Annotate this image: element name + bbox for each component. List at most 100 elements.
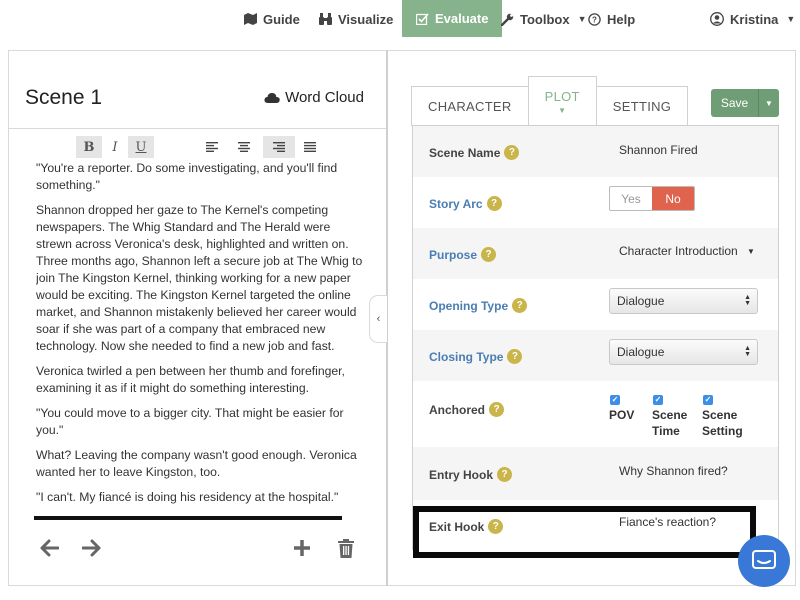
nav-evaluate[interactable]: Evaluate — [402, 0, 503, 37]
field-label: Entry Hook — [429, 467, 494, 482]
nav-guide[interactable]: Guide — [244, 0, 300, 38]
map-icon — [244, 13, 257, 25]
plot-fields: Scene Name? Shannon Fired Story Arc? Yes… — [412, 125, 779, 550]
story-arc-yes[interactable]: Yes — [610, 187, 652, 210]
exit-hook-value[interactable]: Fiance's reaction? — [619, 515, 716, 529]
nav-visualize[interactable]: Visualize — [319, 0, 393, 38]
align-left-icon — [206, 142, 218, 152]
caret-down-icon: ▼ — [765, 98, 773, 108]
user-menu[interactable]: Kristina ▼ — [710, 0, 795, 38]
check-icon: ✓ — [610, 395, 620, 405]
binoculars-icon — [319, 13, 332, 25]
field-label: Exit Hook — [429, 519, 485, 534]
field-label: Anchored — [429, 402, 486, 417]
top-navigation: Guide Visualize Evaluate Toolbox ▼ ? Hel… — [0, 0, 800, 40]
align-center-icon — [238, 142, 250, 152]
entry-hook-value[interactable]: Why Shannon fired? — [619, 464, 728, 478]
closing-type-select[interactable]: Dialogue ▲ ▼ — [609, 339, 758, 365]
save-dropdown-toggle[interactable]: ▼ — [758, 89, 779, 117]
field-story-arc: Story Arc? Yes No — [413, 177, 778, 228]
nav-visualize-label: Visualize — [338, 11, 394, 27]
align-center-button[interactable] — [231, 136, 257, 158]
chevron-down-icon: ▼ — [577, 14, 587, 24]
svg-text:?: ? — [592, 15, 597, 24]
tab-plot[interactable]: PLOT ▼ — [527, 76, 597, 126]
tab-plot-label: PLOT — [544, 88, 580, 104]
add-icon[interactable] — [293, 539, 311, 557]
help-icon[interactable]: ? — [504, 145, 520, 160]
help-icon[interactable]: ? — [481, 247, 497, 262]
select-arrows-icon: ▲ ▼ — [744, 294, 751, 307]
scene-title: Scene 1 — [25, 86, 103, 109]
chat-launcher[interactable] — [738, 535, 790, 587]
nav-toolbox[interactable]: Toolbox ▼ — [501, 0, 587, 38]
paragraph: "I can't. My fiancé is doing his residen… — [36, 490, 339, 504]
word-cloud-button[interactable]: Word Cloud — [264, 89, 364, 106]
opening-type-value: Dialogue — [617, 294, 665, 308]
checkbox-scene-setting[interactable]: ✓ Scene Setting — [702, 395, 743, 439]
check-icon: ✓ — [653, 395, 663, 405]
chat-icon — [752, 550, 776, 569]
scene-editor-panel: Scene 1 Word Cloud B I U "You're a repor… — [8, 50, 386, 586]
editor-footer — [9, 539, 387, 565]
paragraph: Veronica twirled a pen between her thumb… — [36, 364, 345, 395]
opening-type-select[interactable]: Dialogue ▲ ▼ — [609, 288, 758, 314]
save-button[interactable]: Save — [711, 89, 758, 117]
save-button-group: Save ▼ — [711, 89, 779, 117]
field-exit-hook: Exit Hook? Fiance's reaction? — [413, 500, 778, 550]
scene-name-value[interactable]: Shannon Fired — [619, 143, 698, 157]
tab-character[interactable]: CHARACTER — [411, 86, 529, 126]
field-label[interactable]: Closing Type — [429, 350, 503, 364]
arrow-right-icon[interactable] — [82, 539, 102, 557]
paragraph: What? Leaving the company wasn't good en… — [36, 448, 357, 479]
nav-help[interactable]: ? Help — [588, 0, 635, 38]
help-icon[interactable]: ? — [486, 196, 502, 211]
edit-check-icon — [416, 12, 429, 25]
user-circle-icon — [710, 12, 724, 26]
closing-type-value: Dialogue — [617, 345, 665, 359]
collapse-handle[interactable]: ‹ — [369, 295, 387, 343]
field-scene-name: Scene Name? Shannon Fired — [413, 126, 778, 177]
nav-evaluate-label: Evaluate — [435, 11, 489, 26]
help-icon[interactable]: ? — [497, 467, 513, 482]
align-justify-button[interactable] — [297, 136, 323, 158]
help-icon[interactable]: ? — [507, 349, 523, 364]
paragraph: "You could move to a bigger city. That m… — [36, 406, 344, 437]
select-arrows-icon: ▲ ▼ — [744, 345, 751, 358]
user-name: Kristina — [730, 11, 779, 27]
help-icon[interactable]: ? — [488, 519, 504, 534]
chevron-down-icon: ▼ — [786, 14, 796, 24]
field-opening-type: Opening Type? Dialogue ▲ ▼ — [413, 279, 778, 330]
nav-help-label: Help — [607, 11, 636, 27]
field-label[interactable]: Purpose — [429, 248, 477, 262]
scene-text-editor[interactable]: "You're a reporter. Do some investigatin… — [36, 161, 364, 517]
align-left-button[interactable] — [199, 136, 225, 158]
align-right-icon — [273, 142, 285, 152]
checkbox-pov[interactable]: ✓ POV — [609, 395, 634, 423]
bold-button[interactable]: B — [76, 136, 102, 158]
tab-setting[interactable]: SETTING — [595, 86, 689, 126]
purpose-dropdown[interactable]: Character Introduction ▼ — [619, 244, 755, 258]
help-icon[interactable]: ? — [512, 298, 528, 313]
highlight-underline — [34, 516, 342, 520]
italic-button[interactable]: I — [102, 136, 128, 158]
cloud-icon — [264, 93, 280, 103]
field-label[interactable]: Story Arc — [429, 197, 483, 211]
nav-toolbox-label: Toolbox — [520, 11, 570, 27]
detail-tabs: CHARACTER PLOT ▼ SETTING — [411, 76, 689, 126]
check-icon: ✓ — [703, 395, 713, 405]
arrow-left-icon[interactable] — [39, 539, 59, 557]
underline-button[interactable]: U — [128, 136, 154, 158]
question-circle-icon: ? — [588, 12, 601, 26]
story-arc-no[interactable]: No — [652, 187, 694, 210]
align-right-button[interactable] — [263, 136, 295, 158]
trash-icon[interactable] — [338, 539, 354, 558]
field-label[interactable]: Opening Type — [429, 299, 508, 313]
story-arc-toggle[interactable]: Yes No — [609, 186, 695, 211]
scene-details-panel: CHARACTER PLOT ▼ SETTING Save ▼ Scene Na… — [388, 50, 796, 586]
checkbox-scene-time[interactable]: ✓ Scene Time — [652, 395, 687, 439]
help-icon[interactable]: ? — [489, 402, 505, 417]
caret-down-icon: ▼ — [558, 105, 567, 115]
wrench-icon — [501, 13, 514, 26]
field-label: Scene Name — [429, 145, 501, 160]
